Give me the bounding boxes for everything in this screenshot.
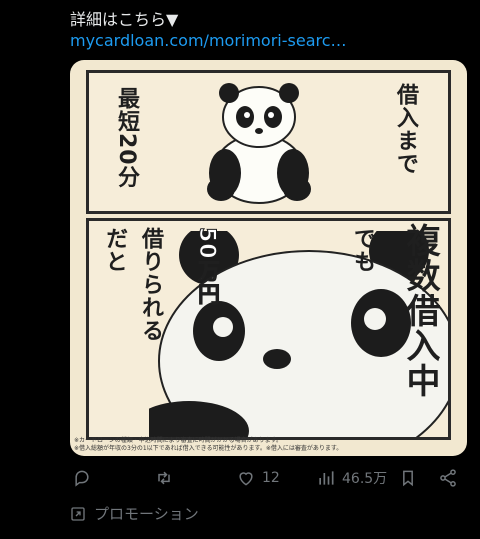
reply-icon <box>75 470 89 487</box>
repost-button[interactable] <box>154 468 180 488</box>
promoted-arrow-icon <box>71 506 85 521</box>
top-left-text: 最短20分 <box>114 87 139 189</box>
views-button[interactable]: 46.5万 <box>316 468 387 488</box>
bottom-amount-text: 50万円 <box>194 227 220 307</box>
promotion-label: プロモーション <box>70 503 199 524</box>
ad-disclaimer-line-1: ※カードローンの種類・申込時間により審査に時間がかかる場合があります。 <box>74 437 283 444</box>
bottom-mid-right-text: でも <box>350 227 375 273</box>
bookmark-icon <box>403 470 413 487</box>
bookmark-button[interactable] <box>398 468 418 488</box>
heart-icon <box>239 472 253 486</box>
ad-image-card[interactable]: 最短20分 借入まで だと 借りられる 50万円 でも 複数借入中 ※カードロー… <box>70 60 467 456</box>
like-button[interactable]: 12 <box>236 468 280 488</box>
bottom-left-text: だと <box>102 227 127 273</box>
ad-disclaimer-line-2: ※借入総額が年収の3分の1以下であれば借入できる可能性があります。※借入には審査… <box>74 445 343 452</box>
share-icon <box>440 469 456 487</box>
promotion-text: プロモーション <box>94 505 199 523</box>
like-count: 12 <box>262 470 280 486</box>
post-headline: 詳細はこちら▼ <box>70 10 179 29</box>
sitting-panda-illustration <box>207 83 311 204</box>
repost-icon <box>158 471 170 485</box>
top-right-text: 借入まで <box>393 83 418 175</box>
analytics-icon <box>319 471 334 485</box>
bottom-mid-left-text: 借りられる <box>138 227 163 342</box>
reply-button[interactable] <box>72 468 98 488</box>
view-count: 46.5万 <box>342 471 388 487</box>
share-button[interactable] <box>438 468 458 488</box>
post-action-bar: 12 46.5万 <box>70 468 468 492</box>
bottom-right-text: 複数借入中 <box>400 223 440 398</box>
post-link[interactable]: mycardloan.com/morimori-searc… <box>70 31 347 50</box>
bottom-panel: だと 借りられる 50万円 でも 複数借入中 <box>86 218 451 440</box>
top-panel: 最短20分 借入まで <box>86 70 451 214</box>
